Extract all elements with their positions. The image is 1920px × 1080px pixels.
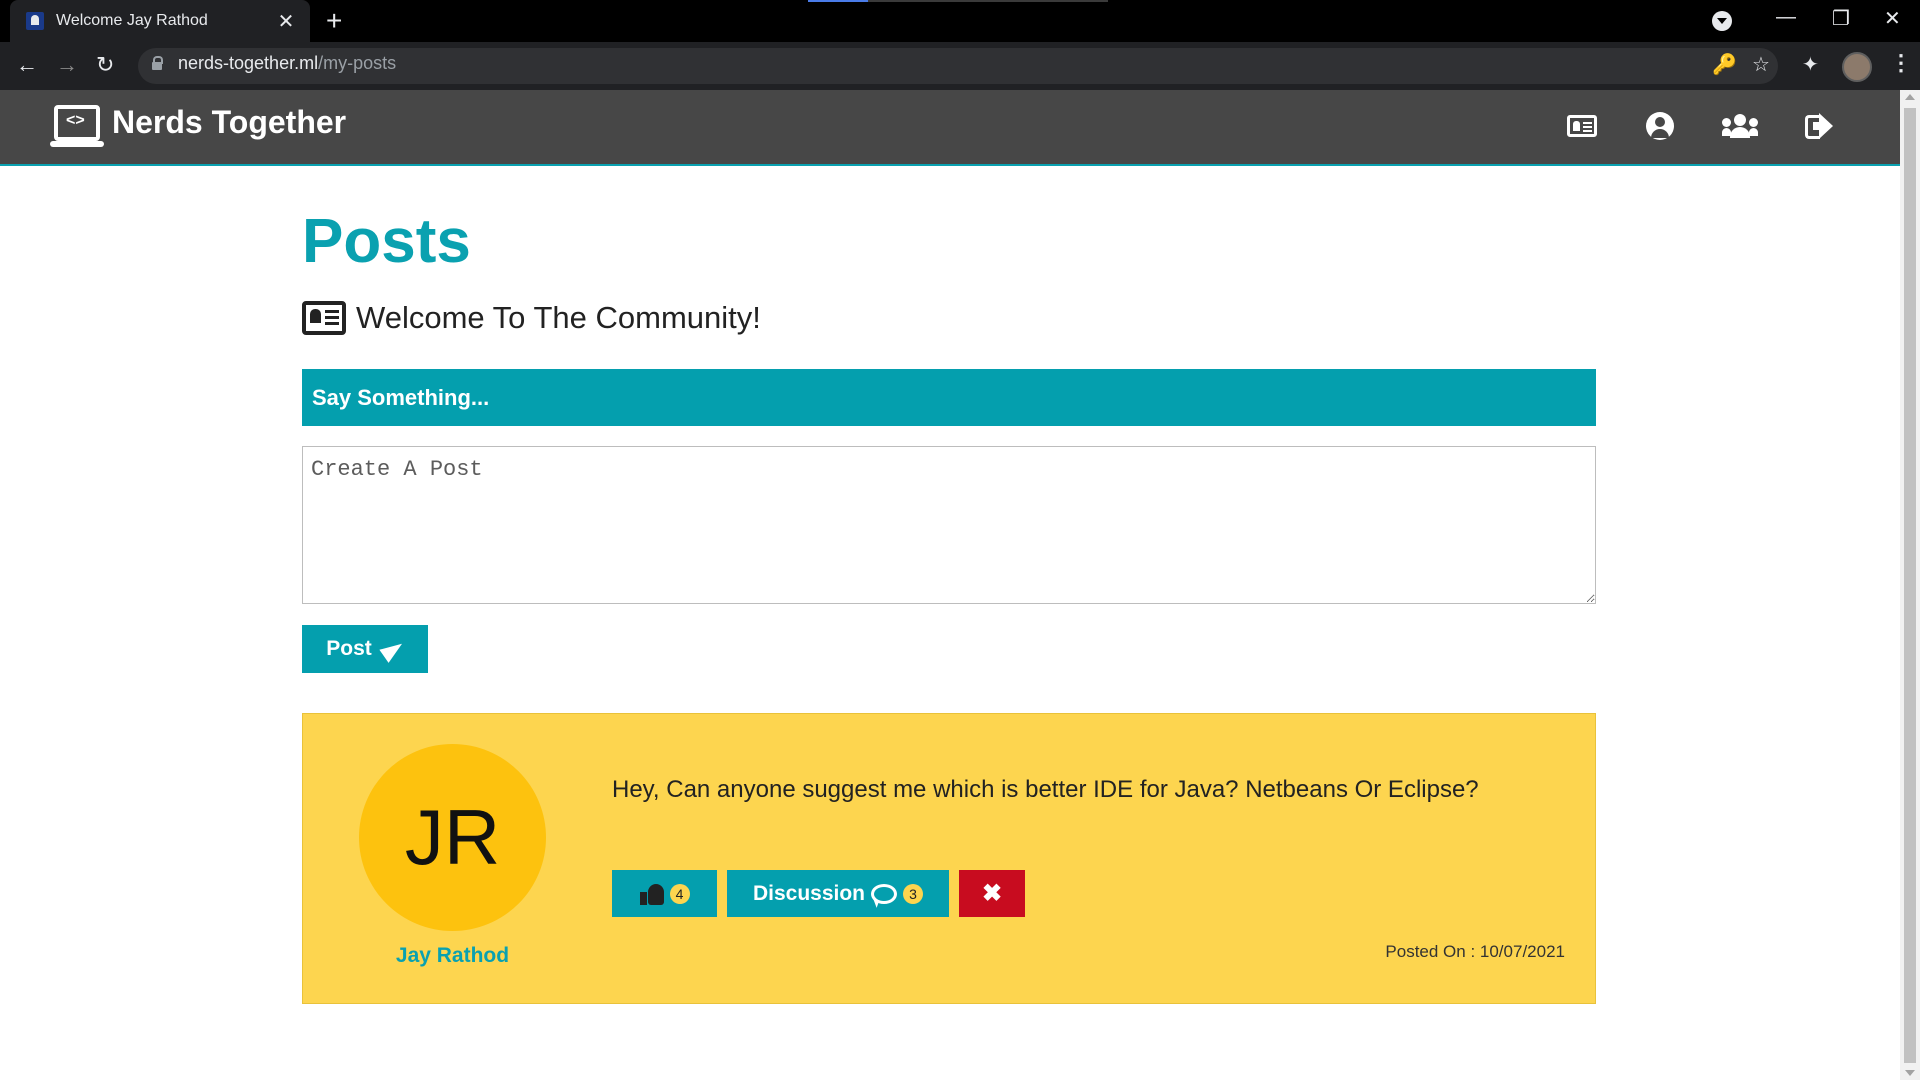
sign-out-icon[interactable] (1798, 104, 1842, 148)
post-actions: 4 Discussion 3 ✖ (612, 870, 1025, 917)
welcome-heading: Welcome To The Community! (302, 300, 761, 336)
tab-search-icon[interactable] (1712, 11, 1732, 31)
comment-count: 3 (903, 883, 924, 904)
loading-indicator (808, 0, 1108, 2)
url-domain: nerds-together.ml (178, 53, 319, 73)
user-circle-icon[interactable] (1638, 104, 1682, 148)
discussion-button[interactable]: Discussion 3 (727, 870, 949, 917)
post-card: JR Jay Rathod Hey, Can anyone suggest me… (302, 713, 1596, 1004)
page-scrollbar[interactable] (1900, 90, 1920, 1080)
delete-post-button[interactable]: ✖ (959, 870, 1025, 917)
profile-avatar[interactable] (1842, 52, 1872, 82)
lock-icon (152, 56, 163, 70)
id-card-icon[interactable] (1560, 104, 1604, 148)
scroll-thumb[interactable] (1904, 108, 1916, 1063)
like-count: 4 (669, 883, 690, 904)
discussion-label: Discussion (752, 881, 866, 905)
like-button[interactable]: 4 (612, 870, 717, 917)
browser-menu-icon[interactable]: ⋮ (1890, 50, 1912, 76)
say-something-bar: Say Something... (302, 369, 1596, 426)
avatar: JR (359, 744, 546, 931)
post-text: Hey, Can anyone suggest me which is bett… (612, 776, 1479, 803)
laptop-code-icon: <> (50, 104, 104, 147)
scroll-down-icon[interactable] (1905, 1070, 1915, 1076)
favicon-icon (26, 12, 44, 30)
welcome-text: Welcome To The Community! (356, 300, 761, 335)
paper-plane-icon (382, 638, 404, 660)
site-header: <> Nerds Together (0, 90, 1900, 166)
tab-title: Welcome Jay Rathod (56, 12, 208, 29)
close-window-button[interactable]: ✕ (1884, 6, 1901, 31)
comment-icon (871, 883, 898, 904)
posted-date: Posted On : 10/07/2021 (1385, 942, 1565, 961)
forward-button[interactable]: → (56, 52, 78, 78)
id-card-icon (302, 301, 346, 335)
new-tab-button[interactable]: + (326, 6, 342, 36)
post-author[interactable]: Jay Rathod (359, 944, 546, 968)
back-button[interactable]: ← (16, 52, 38, 78)
scroll-up-icon[interactable] (1905, 94, 1915, 100)
url-path: /my-posts (318, 53, 397, 73)
extensions-icon[interactable]: ✦ (1802, 52, 1819, 77)
thumbs-up-icon (639, 882, 664, 906)
maximize-button[interactable]: ❐ (1832, 6, 1850, 31)
browser-tabbar: Welcome Jay Rathod ✕ + — ❐ ✕ (0, 0, 1920, 42)
url-text[interactable]: nerds-together.ml/my-posts (178, 53, 396, 74)
users-icon[interactable] (1718, 104, 1762, 148)
reload-button[interactable]: ↻ (96, 52, 114, 78)
bookmark-star-icon[interactable]: ☆ (1752, 52, 1770, 77)
tab-close-icon[interactable]: ✕ (274, 9, 298, 34)
browser-tab[interactable]: Welcome Jay Rathod ✕ (10, 0, 310, 42)
post-button[interactable]: Post (302, 625, 428, 673)
key-icon[interactable]: 🔑 (1712, 52, 1737, 77)
minimize-button[interactable]: — (1776, 6, 1796, 29)
brand-name: Nerds Together (112, 104, 347, 140)
brand-link[interactable]: <> Nerds Together (50, 104, 347, 147)
post-button-label: Post (326, 637, 372, 660)
create-post-input[interactable] (302, 446, 1596, 604)
page-title: Posts (302, 207, 471, 276)
